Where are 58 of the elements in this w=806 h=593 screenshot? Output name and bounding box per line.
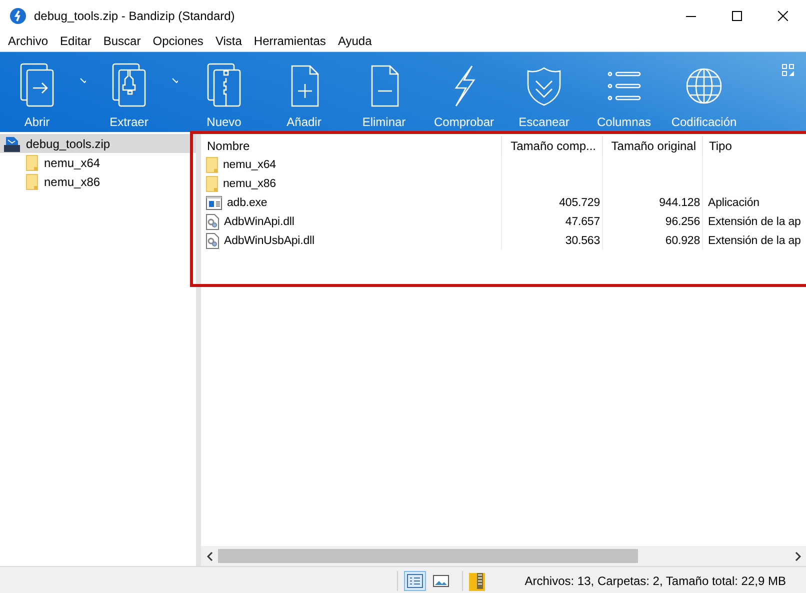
zip-folder-icon	[468, 571, 485, 591]
table-cell: 47.657	[502, 212, 603, 231]
column-header[interactable]: Nombre	[201, 136, 502, 156]
caret-icon	[172, 78, 178, 83]
chevron-right-icon	[794, 552, 800, 560]
toolbar-button[interactable]: Nuevo	[184, 52, 264, 132]
tree-item[interactable]: debug_tools.zip	[0, 134, 196, 153]
file-name[interactable]: AdbWinApi.dll	[224, 216, 294, 228]
app-logo-icon	[10, 8, 26, 24]
menu-item[interactable]: Archivo	[2, 34, 54, 48]
toolbar-button[interactable]: Comprobar	[424, 52, 504, 132]
toolbar-button[interactable]: Codificación	[664, 52, 744, 132]
tree-item[interactable]: nemu_x86	[0, 172, 196, 191]
window-title: debug_tools.zip - Bandizip (Standard)	[34, 8, 236, 22]
file-name[interactable]: nemu_x64	[223, 158, 276, 170]
table-cell: Aplicación	[703, 193, 806, 212]
menu-item[interactable]: Vista	[209, 34, 248, 48]
folder-icon	[206, 156, 218, 172]
status-text: Archivos: 13, Carpetas: 2, Tamaño total: 22,9 MB	[524, 574, 786, 588]
toolbar-button[interactable]: Añadir	[264, 52, 344, 132]
folder-icon	[26, 174, 38, 190]
layout-button[interactable]	[782, 64, 794, 79]
menu-item[interactable]: Herramientas	[248, 34, 332, 48]
menu-item[interactable]: Editar	[54, 34, 98, 48]
table-cell: 60.928	[603, 231, 703, 250]
scrollbar-thumb[interactable]	[218, 549, 638, 563]
maximize-icon	[732, 10, 742, 20]
chevron-left-icon	[206, 552, 212, 560]
menu-item[interactable]: Ayuda	[332, 34, 378, 48]
toolbar-button[interactable]: Extraer	[92, 52, 166, 132]
folder-icon	[26, 154, 38, 170]
toolbar-button[interactable]: Eliminar	[344, 52, 424, 132]
column-header[interactable]: Tamaño comp...	[502, 136, 603, 156]
table-cell: 96.256	[603, 212, 703, 231]
table-cell: Extensión de la ap	[703, 231, 806, 250]
folder-icon	[206, 176, 218, 192]
column-header[interactable]: Tipo	[703, 136, 806, 156]
zip-archive-icon	[4, 136, 20, 152]
details-view-button[interactable]	[404, 571, 426, 591]
table-cell: 405.729	[502, 193, 603, 212]
file-name[interactable]: AdbWinUsbApi.dll	[224, 234, 314, 246]
table-cell: 30.563	[502, 231, 603, 250]
close-icon	[778, 10, 788, 20]
table-cell: Extensión de la ap	[703, 212, 806, 231]
menu-item[interactable]: Buscar	[97, 34, 147, 48]
toolbar-button[interactable]: Escanear	[504, 52, 584, 132]
column-header[interactable]: Tamaño original	[603, 136, 703, 156]
table-cell: 944.128	[603, 193, 703, 212]
tree-item[interactable]: nemu_x64	[0, 153, 196, 172]
gear-file-icon	[206, 214, 219, 230]
menu-item[interactable]: Opciones	[146, 34, 210, 48]
gear-file-icon	[206, 232, 219, 248]
caret-icon	[80, 78, 86, 83]
toolbar-button[interactable]: Columnas	[584, 52, 664, 132]
file-name[interactable]: adb.exe	[227, 196, 268, 208]
toolbar-button[interactable]: Abrir	[0, 52, 74, 132]
file-name[interactable]: nemu_x86	[223, 178, 276, 190]
application-icon	[206, 196, 222, 210]
